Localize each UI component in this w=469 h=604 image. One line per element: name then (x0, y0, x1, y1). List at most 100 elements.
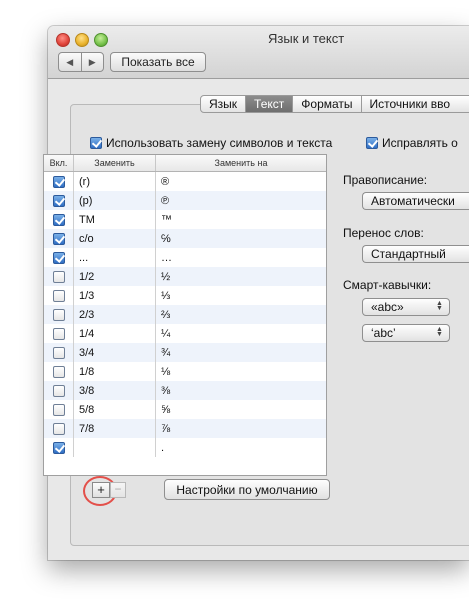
single-quotes-popup[interactable]: ‘abc’ ▲▼ (362, 324, 450, 342)
with-cell[interactable]: ¾ (156, 343, 326, 362)
table-row[interactable]: 5/8 ⅝ (44, 400, 326, 419)
replace-cell[interactable]: 1/8 (74, 362, 156, 381)
with-cell[interactable]: ⅓ (156, 286, 326, 305)
close-window-icon[interactable] (56, 33, 70, 47)
tab-input-sources[interactable]: Источники вво (361, 95, 469, 113)
table-row[interactable]: TM ™ (44, 210, 326, 229)
row-enabled-checkbox[interactable] (52, 213, 65, 226)
correct-spelling-row: Исправлять о (366, 136, 458, 150)
table-row[interactable]: 1/3 ⅓ (44, 286, 326, 305)
title-bar: Язык и текст ◀ ▶ Показать все (48, 26, 469, 79)
row-enabled-checkbox[interactable] (52, 441, 65, 454)
with-cell[interactable]: . (156, 438, 326, 457)
with-cell[interactable]: … (156, 248, 326, 267)
table-header: Вкл. Заменить Заменить на (44, 155, 326, 172)
replace-cell[interactable] (74, 438, 156, 457)
with-cell[interactable]: ⅛ (156, 362, 326, 381)
tab-language[interactable]: Язык (200, 95, 247, 113)
replace-cell[interactable]: 3/8 (74, 381, 156, 400)
spelling-popup[interactable]: Автоматически (362, 192, 469, 210)
replace-cell[interactable]: (p) (74, 191, 156, 210)
row-enabled-checkbox[interactable] (52, 422, 65, 435)
table-row[interactable]: 1/2 ½ (44, 267, 326, 286)
table-row[interactable]: (r) ® (44, 172, 326, 191)
hyphenation-label: Перенос слов: (343, 226, 424, 240)
tab-text[interactable]: Текст (246, 95, 294, 113)
zoom-window-icon[interactable] (94, 33, 108, 47)
tab-formats[interactable]: Форматы (293, 95, 362, 113)
with-cell[interactable]: ¼ (156, 324, 326, 343)
spelling-value: Автоматически (371, 194, 455, 208)
row-enabled-cell (44, 305, 74, 324)
row-enabled-checkbox[interactable] (52, 251, 65, 264)
table-row[interactable]: (p) ℗ (44, 191, 326, 210)
replace-cell[interactable]: 7/8 (74, 419, 156, 438)
popup-arrows-icon: ▲▼ (436, 300, 443, 310)
substitution-table: Вкл. Заменить Заменить на (r) ® (p) ℗ TM ™ c/o… (43, 154, 327, 476)
with-cell[interactable]: ⅔ (156, 305, 326, 324)
hyphenation-popup[interactable]: Стандартный (362, 245, 469, 263)
correct-spelling-checkbox[interactable] (366, 137, 378, 149)
table-row[interactable]: 1/8 ⅛ (44, 362, 326, 381)
table-row[interactable]: . (44, 438, 326, 457)
row-enabled-checkbox[interactable] (52, 232, 65, 245)
column-header-on[interactable]: Вкл. (44, 155, 74, 171)
replace-cell[interactable]: 1/2 (74, 267, 156, 286)
with-cell[interactable]: ℗ (156, 191, 326, 210)
row-enabled-cell (44, 248, 74, 267)
spelling-label: Правописание: (343, 173, 428, 187)
table-row[interactable]: 3/4 ¾ (44, 343, 326, 362)
replace-cell[interactable]: c/o (74, 229, 156, 248)
replace-cell[interactable]: 1/4 (74, 324, 156, 343)
with-cell[interactable]: ⅜ (156, 381, 326, 400)
row-enabled-checkbox[interactable] (52, 175, 65, 188)
row-enabled-checkbox[interactable] (52, 365, 65, 378)
with-cell[interactable]: ⅞ (156, 419, 326, 438)
replace-cell[interactable]: 3/4 (74, 343, 156, 362)
smart-quotes-label: Смарт-кавычки: (343, 278, 432, 292)
row-enabled-checkbox[interactable] (52, 384, 65, 397)
with-cell[interactable]: ½ (156, 267, 326, 286)
column-header-with[interactable]: Заменить на (156, 155, 326, 171)
use-substitution-checkbox[interactable] (90, 137, 102, 149)
add-substitution-button[interactable]: + (92, 482, 110, 498)
table-row[interactable]: 2/3 ⅔ (44, 305, 326, 324)
replace-cell[interactable]: 1/3 (74, 286, 156, 305)
row-enabled-checkbox[interactable] (52, 403, 65, 416)
table-row[interactable]: 7/8 ⅞ (44, 419, 326, 438)
replace-cell[interactable]: TM (74, 210, 156, 229)
replace-cell[interactable]: 5/8 (74, 400, 156, 419)
table-row[interactable]: 3/8 ⅜ (44, 381, 326, 400)
with-cell[interactable]: ® (156, 172, 326, 191)
replace-cell[interactable]: (r) (74, 172, 156, 191)
row-enabled-checkbox[interactable] (52, 346, 65, 359)
forward-arrow-icon[interactable]: ▶ (80, 53, 104, 71)
column-header-replace[interactable]: Заменить (74, 155, 156, 171)
table-row[interactable]: c/o ℅ (44, 229, 326, 248)
hyphenation-value: Стандартный (371, 247, 446, 261)
show-all-button[interactable]: Показать все (110, 52, 206, 72)
tab-bar: Язык Текст Форматы Источники вво (200, 95, 469, 113)
row-enabled-cell (44, 343, 74, 362)
row-enabled-checkbox[interactable] (52, 327, 65, 340)
replace-cell[interactable]: 2/3 (74, 305, 156, 324)
row-enabled-checkbox[interactable] (52, 194, 65, 207)
row-enabled-cell (44, 286, 74, 305)
replace-cell[interactable]: ... (74, 248, 156, 267)
minimize-window-icon[interactable] (75, 33, 89, 47)
table-row[interactable]: 1/4 ¼ (44, 324, 326, 343)
remove-substitution-button[interactable]: − (110, 482, 126, 498)
with-cell[interactable]: ℅ (156, 229, 326, 248)
row-enabled-checkbox[interactable] (52, 270, 65, 283)
back-arrow-icon[interactable]: ◀ (59, 53, 81, 71)
row-enabled-cell (44, 438, 74, 457)
with-cell[interactable]: ™ (156, 210, 326, 229)
row-enabled-cell (44, 324, 74, 343)
double-quotes-popup[interactable]: «abc» ▲▼ (362, 298, 450, 316)
row-enabled-checkbox[interactable] (52, 308, 65, 321)
table-row[interactable]: ...… (44, 248, 326, 267)
restore-defaults-button[interactable]: Настройки по умолчанию (164, 479, 330, 500)
with-cell[interactable]: ⅝ (156, 400, 326, 419)
row-enabled-cell (44, 400, 74, 419)
row-enabled-checkbox[interactable] (52, 289, 65, 302)
